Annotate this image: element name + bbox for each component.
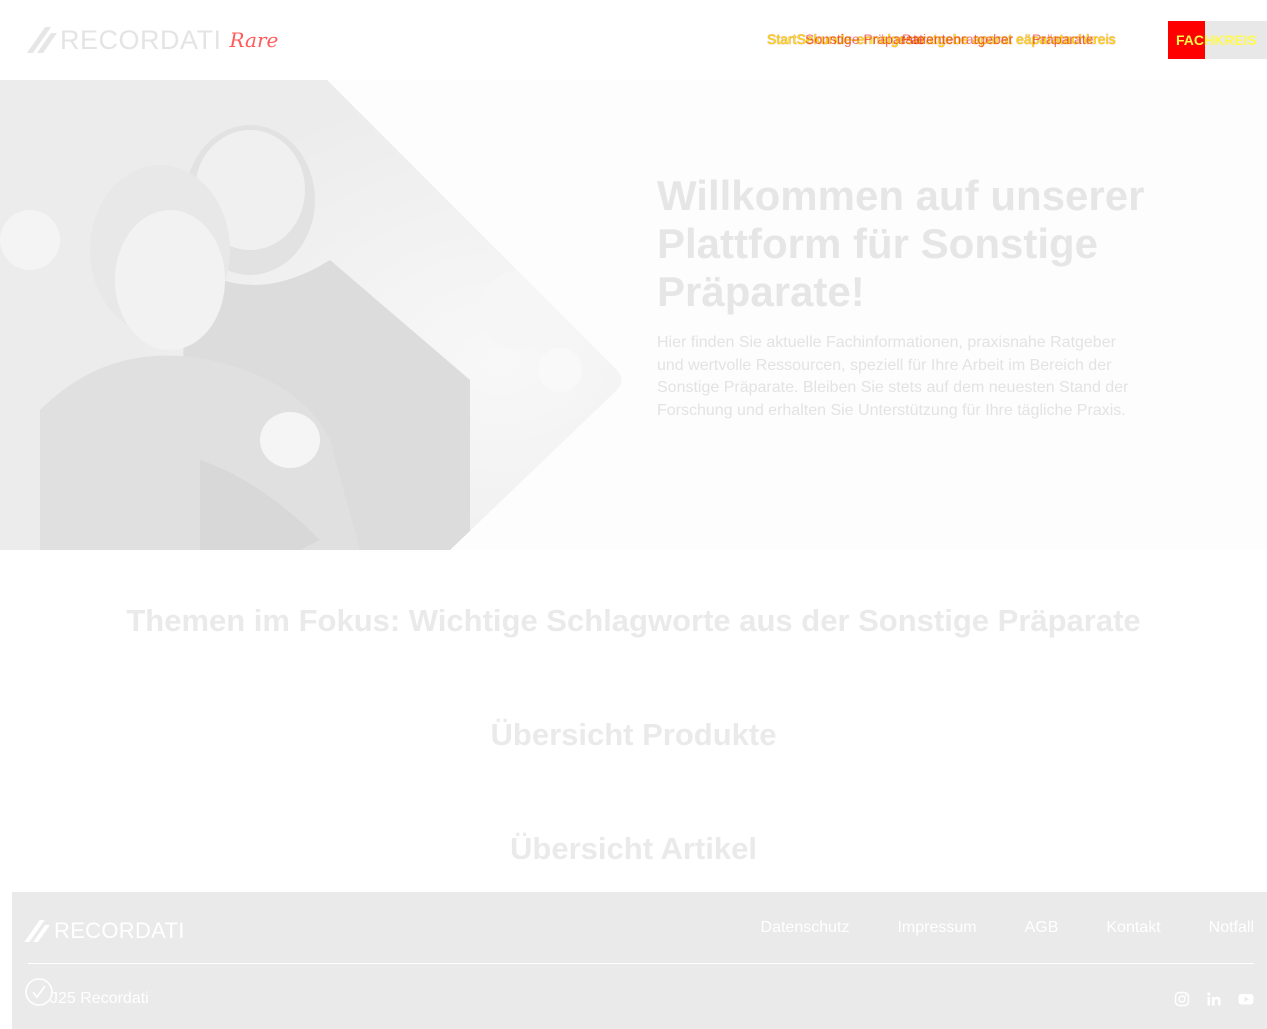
- footer-link-notfall[interactable]: Notfall: [1209, 919, 1254, 937]
- footer-logo[interactable]: RECORDATI: [24, 918, 185, 944]
- footer-link-agb[interactable]: AGB: [1025, 919, 1059, 937]
- topics-heading: Themen im Fokus: Wichtige Schlagworte au…: [126, 603, 1141, 638]
- nav-item-patientenratgeber[interactable]: Patientenratgeber: [902, 31, 1013, 47]
- youtube-icon[interactable]: [1238, 991, 1254, 1007]
- main-nav: StartSekunde-ennalgesaratgebe aparat eäp…: [767, 31, 1167, 49]
- instagram-icon[interactable]: [1174, 991, 1190, 1007]
- cookie-settings-icon[interactable]: [24, 977, 54, 1007]
- products-heading: Übersicht Produkte: [490, 717, 777, 752]
- hero-text: Hier finden Sie aktuelle Fachinformation…: [657, 334, 1129, 419]
- site-header: RECORDATI Rare StartSekunde-ennalgesarat…: [0, 0, 1267, 80]
- footer-link-datenschutz[interactable]: Datenschutz: [761, 919, 850, 937]
- footer-link-impressum[interactable]: Impressum: [897, 919, 976, 937]
- articles-heading: Übersicht Artikel: [510, 831, 757, 866]
- fachkreis-button-label: FACHKREIS: [1176, 32, 1257, 48]
- logo-text: RECORDATI: [60, 24, 222, 55]
- hero-image: [0, 80, 622, 550]
- footer-links: Datenschutz Impressum AGB Kontakt Notfal…: [761, 919, 1254, 937]
- fachkreis-button[interactable]: FACHKREIS: [1168, 21, 1267, 59]
- recordati-logo[interactable]: RECORDATI Rare: [26, 24, 279, 55]
- social-links: [1174, 991, 1254, 1007]
- hero-section: Willkommen auf unserer Plattform für Son…: [0, 80, 1267, 550]
- linkedin-icon[interactable]: [1206, 991, 1222, 1007]
- copyright-text: J25 Recordati: [50, 990, 149, 1007]
- footer-link-kontakt[interactable]: Kontakt: [1106, 919, 1160, 937]
- hero-title: Willkommen auf unserer Plattform für Son…: [657, 172, 1145, 315]
- recordati-logo-mark-icon: [26, 27, 58, 53]
- site-footer: RECORDATI Datenschutz Impressum AGB Kont…: [12, 892, 1267, 1029]
- logo-subbrand: Rare: [229, 28, 279, 52]
- footer-logo-text: RECORDATI: [54, 918, 185, 943]
- footer-divider: [28, 963, 1254, 964]
- recordati-footer-mark-icon: [24, 920, 50, 942]
- nav-item-praeparate[interactable]: Präparate: [1032, 31, 1093, 47]
